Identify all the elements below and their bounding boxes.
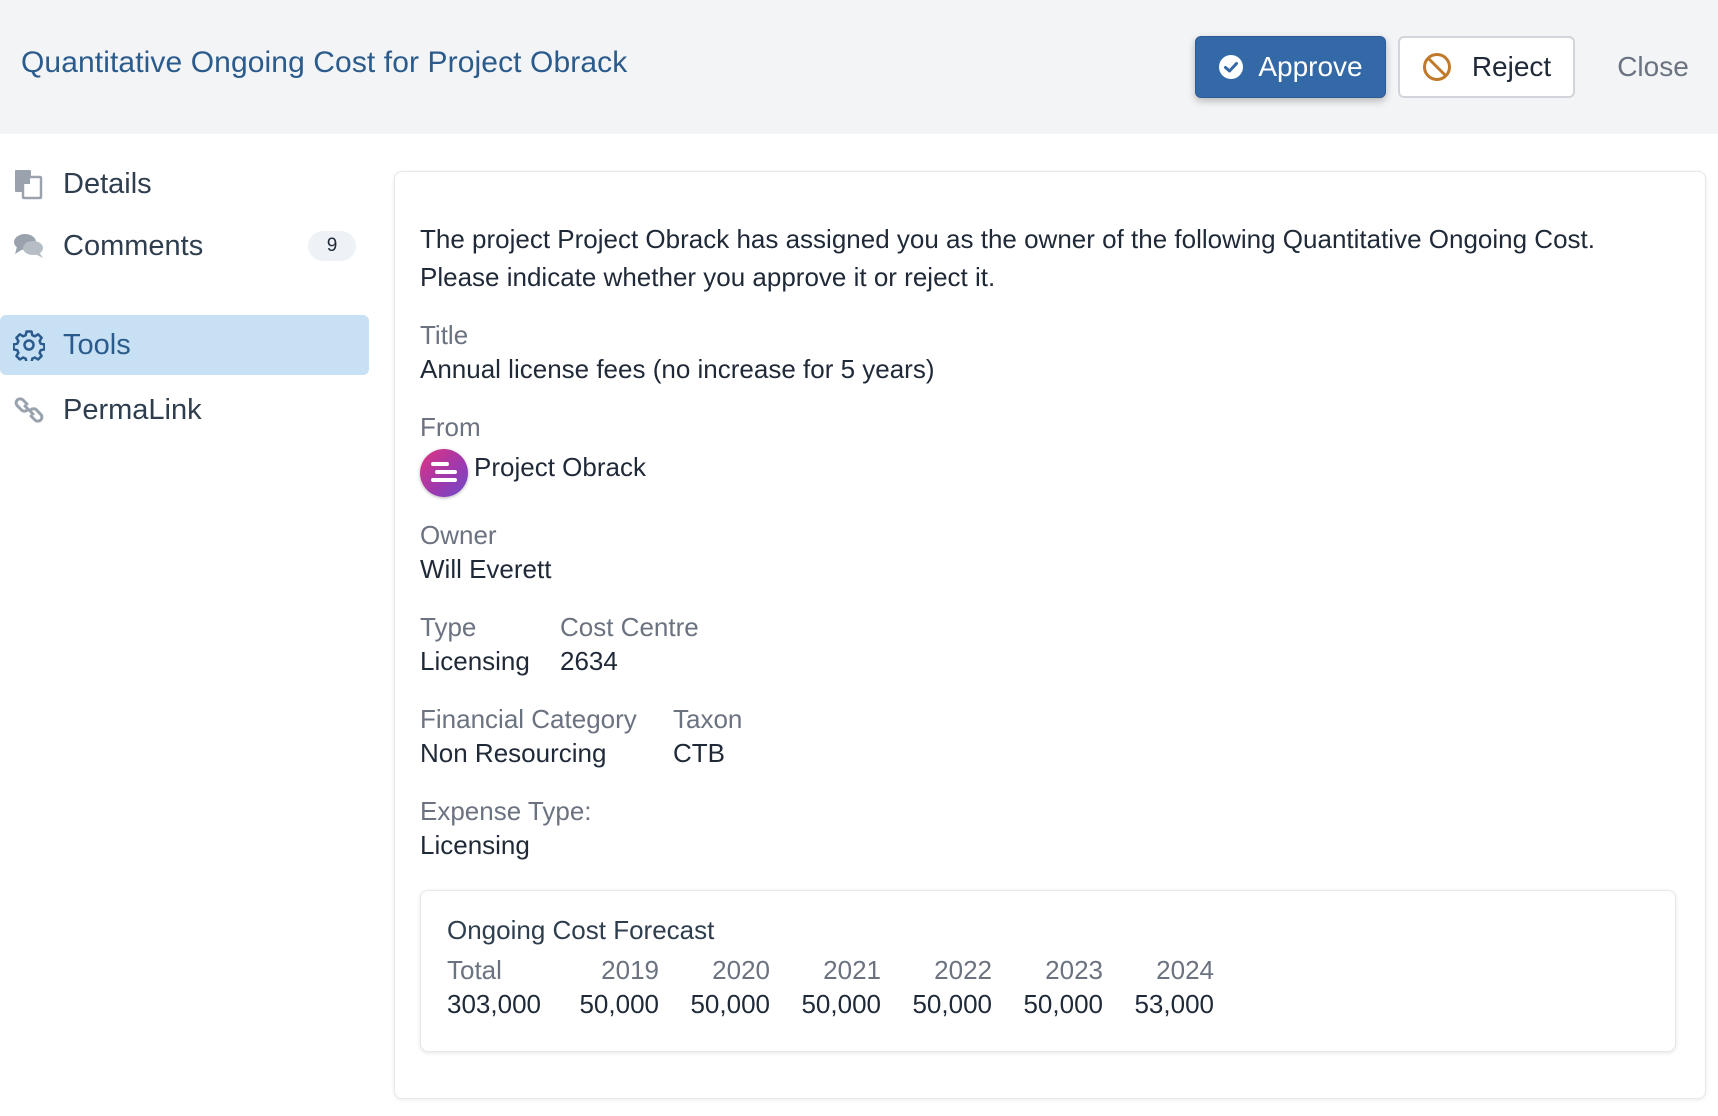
type-label: Type bbox=[420, 612, 477, 642]
header: Quantitative Ongoing Cost for Project Ob… bbox=[0, 0, 1718, 134]
sidebar-item-tools[interactable]: Tools bbox=[0, 315, 369, 375]
financial-category-value: Non Resourcing bbox=[420, 738, 607, 768]
project-avatar bbox=[420, 449, 468, 497]
taxon-label: Taxon bbox=[673, 704, 743, 734]
ongoing-cost-forecast: Ongoing Cost Forecast Total 303,000 2019… bbox=[420, 890, 1676, 1052]
close-button[interactable]: Close bbox=[1598, 36, 1708, 98]
title-label: Title bbox=[420, 320, 469, 350]
cost-centre-value: 2634 bbox=[560, 646, 618, 676]
forecast-header: 2019 bbox=[601, 955, 659, 985]
comments-count-badge: 9 bbox=[308, 231, 356, 261]
link-icon bbox=[13, 394, 45, 426]
sidebar-item-label: Comments bbox=[63, 229, 204, 262]
forecast-column-total: Total 303,000 bbox=[447, 955, 541, 1020]
reject-button[interactable]: Reject bbox=[1398, 36, 1575, 98]
check-circle-icon bbox=[1218, 54, 1244, 80]
forecast-value: 53,000 bbox=[1134, 989, 1214, 1019]
from-value[interactable]: Project Obrack bbox=[474, 452, 646, 483]
forecast-header: 2022 bbox=[934, 955, 992, 985]
forecast-value: 50,000 bbox=[579, 989, 659, 1019]
sidebar-item-label: Details bbox=[63, 167, 152, 200]
title-value: Annual license fees (no increase for 5 y… bbox=[420, 354, 935, 384]
forecast-value: 50,000 bbox=[690, 989, 770, 1019]
forecast-column-2020: 2020 50,000 bbox=[684, 955, 770, 1020]
owner-value: Will Everett bbox=[420, 554, 552, 584]
sidebar-item-label: PermaLink bbox=[63, 393, 202, 426]
sidebar-item-details[interactable]: Details bbox=[0, 154, 369, 214]
forecast-value: 303,000 bbox=[447, 989, 541, 1019]
sidebar-item-permalink[interactable]: PermaLink bbox=[0, 380, 369, 440]
forecast-header: 2024 bbox=[1156, 955, 1214, 985]
forecast-column-2022: 2022 50,000 bbox=[906, 955, 992, 1020]
forecast-column-2021: 2021 50,000 bbox=[795, 955, 881, 1020]
reject-label: Reject bbox=[1471, 51, 1552, 82]
forecast-value: 50,000 bbox=[801, 989, 881, 1019]
financial-category-label: Financial Category bbox=[420, 704, 637, 734]
forecast-header: 2021 bbox=[823, 955, 881, 985]
type-value: Licensing bbox=[420, 646, 530, 676]
sidebar-item-label: Tools bbox=[63, 328, 131, 361]
intro-text: The project Project Obrack has assigned … bbox=[420, 224, 1595, 292]
forecast-column-2024: 2024 53,000 bbox=[1128, 955, 1214, 1020]
from-label: From bbox=[420, 412, 481, 442]
page-title: Quantitative Ongoing Cost for Project Ob… bbox=[21, 46, 628, 79]
forecast-header: Total bbox=[447, 955, 502, 985]
details-panel: The project Project Obrack has assigned … bbox=[394, 171, 1706, 1099]
forecast-header: 2023 bbox=[1045, 955, 1103, 985]
ban-icon bbox=[1422, 52, 1452, 82]
sidebar-item-comments[interactable]: Comments 9 bbox=[0, 216, 369, 276]
document-icon bbox=[13, 168, 45, 200]
forecast-column-2019: 2019 50,000 bbox=[573, 955, 659, 1020]
forecast-header: 2020 bbox=[712, 955, 770, 985]
approve-label: Approve bbox=[1258, 51, 1363, 82]
owner-label: Owner bbox=[420, 520, 497, 550]
forecast-title: Ongoing Cost Forecast bbox=[447, 915, 715, 945]
expense-type-value: Licensing bbox=[420, 830, 530, 860]
forecast-value: 50,000 bbox=[912, 989, 992, 1019]
forecast-column-2023: 2023 50,000 bbox=[1017, 955, 1103, 1020]
comments-icon bbox=[13, 231, 45, 261]
expense-type-label: Expense Type: bbox=[420, 796, 592, 826]
cost-centre-label: Cost Centre bbox=[560, 612, 699, 642]
approve-button[interactable]: Approve bbox=[1195, 36, 1386, 98]
taxon-value: CTB bbox=[673, 738, 725, 768]
gear-icon bbox=[13, 329, 45, 361]
forecast-value: 50,000 bbox=[1023, 989, 1103, 1019]
